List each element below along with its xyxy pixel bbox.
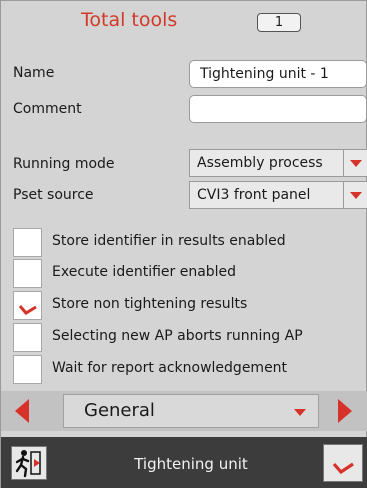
checkbox-checked[interactable] — [13, 291, 42, 320]
checkbox-label: Store non tightening results — [52, 296, 248, 312]
checkbox[interactable] — [13, 228, 42, 257]
checkmark-icon — [18, 305, 37, 315]
pset-source-dropdown-button[interactable] — [343, 182, 367, 208]
running-mode-label: Running mode — [13, 156, 115, 172]
footer-title: Tightening unit — [134, 455, 248, 473]
pset-source-dropdown[interactable]: CVI3 front panel — [189, 181, 367, 209]
chevron-down-icon — [350, 160, 362, 167]
checkbox[interactable] — [13, 259, 42, 288]
option-new-ap-aborts[interactable]: Selecting new AP aborts running AP — [13, 323, 367, 352]
option-store-non-tightening[interactable]: Store non tightening results — [13, 291, 367, 320]
tab-selector[interactable]: General — [63, 394, 319, 428]
running-mode-dropdown[interactable]: Assembly process — [189, 149, 367, 177]
arrow-right-icon — [338, 399, 352, 423]
total-tools-screen: Total tools 1 Name Tightening unit - 1 C… — [0, 0, 367, 488]
chevron-down-icon — [350, 192, 362, 199]
checkbox-label: Wait for report acknowledgement — [52, 360, 288, 376]
checkbox[interactable] — [13, 323, 42, 352]
option-execute-identifier[interactable]: Execute identifier enabled — [13, 259, 367, 288]
pset-source-value: CVI3 front panel — [197, 187, 311, 203]
exit-button[interactable] — [11, 446, 47, 480]
tool-count-badge: 1 — [257, 13, 301, 32]
confirm-button[interactable] — [323, 444, 363, 482]
footer-bar: Tightening unit — [1, 437, 367, 488]
arrow-left-icon — [15, 399, 29, 423]
exit-door-icon — [15, 450, 41, 478]
checkbox[interactable] — [13, 355, 42, 384]
name-label: Name — [13, 65, 55, 81]
checkbox-label: Store identifier in results enabled — [52, 233, 286, 249]
current-tab-label: General — [84, 400, 155, 421]
option-wait-report-ack[interactable]: Wait for report acknowledgement — [13, 355, 367, 384]
chevron-down-icon — [294, 409, 306, 416]
checkbox-label: Selecting new AP aborts running AP — [52, 328, 303, 344]
next-tab-button[interactable] — [320, 391, 367, 431]
comment-field[interactable] — [189, 95, 367, 123]
name-field[interactable]: Tightening unit - 1 — [189, 60, 367, 88]
option-store-identifier[interactable]: Store identifier in results enabled — [13, 228, 367, 257]
running-mode-value: Assembly process — [197, 155, 323, 171]
running-mode-dropdown-button[interactable] — [343, 150, 367, 176]
checkmark-icon — [332, 462, 354, 475]
comment-label: Comment — [13, 101, 82, 117]
title-bar: Total tools 1 — [1, 1, 367, 41]
page-title: Total tools — [81, 9, 178, 31]
checkbox-label: Execute identifier enabled — [52, 264, 237, 280]
pset-source-label: Pset source — [13, 187, 94, 203]
previous-tab-button[interactable] — [1, 391, 49, 431]
tab-navigation-bar: General — [1, 391, 367, 431]
